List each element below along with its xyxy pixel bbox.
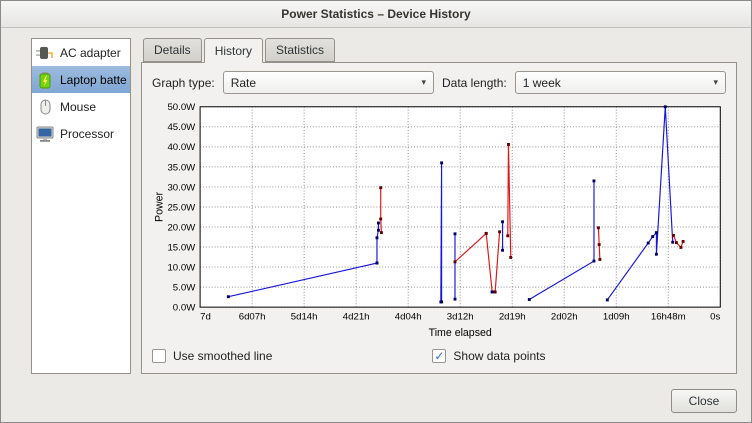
svg-text:5.0W: 5.0W <box>173 282 196 293</box>
data-length-select[interactable]: 1 week ▾ <box>515 71 726 94</box>
device-item-processor[interactable]: Processor <box>32 120 130 147</box>
dialog-action-area: Close <box>1 382 751 422</box>
device-item-ac-adapter[interactable]: AC adapter <box>32 39 130 66</box>
chevron-down-icon: ▾ <box>713 77 718 88</box>
svg-text:Power: Power <box>154 191 166 221</box>
checkbox-checked-icon <box>432 349 446 363</box>
device-item-mouse[interactable]: Mouse <box>32 93 130 120</box>
ac-adapter-icon <box>35 43 55 63</box>
tab-details[interactable]: Details <box>143 38 202 62</box>
svg-text:1d09h: 1d09h <box>603 312 630 323</box>
power-statistics-window: Power Statistics – Device History AC ada… <box>0 0 752 423</box>
data-length-label: Data length: <box>442 76 507 90</box>
svg-text:15.0W: 15.0W <box>167 242 196 253</box>
dialog-content: AC adapter Laptop battery <box>1 28 751 374</box>
device-list: AC adapter Laptop battery <box>31 38 131 374</box>
history-panel: Graph type: Rate ▾ Data length: 1 week ▾… <box>141 62 737 374</box>
device-item-label: AC adapter <box>60 46 121 60</box>
device-item-label: Processor <box>60 127 114 141</box>
show-data-points-checkbox[interactable]: Show data points <box>432 349 545 363</box>
svg-text:25.0W: 25.0W <box>167 202 196 213</box>
show-data-points-label: Show data points <box>453 349 545 363</box>
graph-type-label: Graph type: <box>152 76 215 90</box>
svg-text:0.0W: 0.0W <box>173 303 196 314</box>
svg-text:30.0W: 30.0W <box>167 182 196 193</box>
device-item-label: Mouse <box>60 100 96 114</box>
device-item-label: Laptop battery <box>60 73 127 87</box>
chart-options: Use smoothed line Show data points <box>150 344 728 371</box>
graph-type-select[interactable]: Rate ▾ <box>223 71 434 94</box>
data-length-value: 1 week <box>523 76 561 90</box>
svg-text:5d14h: 5d14h <box>291 312 318 323</box>
svg-text:6d07h: 6d07h <box>239 312 266 323</box>
svg-text:7d: 7d <box>200 312 211 323</box>
titlebar: Power Statistics – Device History <box>1 1 751 28</box>
svg-text:16h48m: 16h48m <box>651 312 686 323</box>
svg-text:50.0W: 50.0W <box>167 102 196 113</box>
processor-icon <box>35 124 55 144</box>
svg-text:4d04h: 4d04h <box>395 312 422 323</box>
svg-text:Time elapsed: Time elapsed <box>429 327 492 339</box>
chevron-down-icon: ▾ <box>421 77 426 88</box>
checkbox-unchecked-icon <box>152 349 166 363</box>
smoothed-line-label: Use smoothed line <box>173 349 272 363</box>
svg-text:20.0W: 20.0W <box>167 222 196 233</box>
svg-text:35.0W: 35.0W <box>167 162 196 173</box>
history-chart: 7d 6d07h 5d14h 4d21h 4d04h 3d12h 2d19h 2d02h 1d0… <box>150 101 728 344</box>
notebook: Details History Statistics Graph type: R… <box>141 38 737 374</box>
tab-history[interactable]: History <box>204 38 263 63</box>
svg-text:2d02h: 2d02h <box>551 312 578 323</box>
svg-text:2d19h: 2d19h <box>499 312 526 323</box>
device-item-laptop-battery[interactable]: Laptop battery <box>32 66 130 93</box>
mouse-icon <box>35 97 55 117</box>
svg-text:10.0W: 10.0W <box>167 262 196 273</box>
svg-text:45.0W: 45.0W <box>167 122 196 133</box>
smoothed-line-checkbox[interactable]: Use smoothed line <box>152 349 272 363</box>
tab-statistics[interactable]: Statistics <box>265 38 335 62</box>
svg-text:0s: 0s <box>710 312 720 323</box>
graph-type-value: Rate <box>231 76 256 90</box>
chart-controls: Graph type: Rate ▾ Data length: 1 week ▾ <box>150 68 728 101</box>
close-button[interactable]: Close <box>671 389 737 413</box>
svg-text:4d21h: 4d21h <box>343 312 370 323</box>
svg-text:3d12h: 3d12h <box>447 312 474 323</box>
window-title: Power Statistics – Device History <box>281 7 470 21</box>
svg-text:40.0W: 40.0W <box>167 142 196 153</box>
tab-bar: Details History Statistics <box>141 38 737 62</box>
battery-icon <box>35 70 55 90</box>
